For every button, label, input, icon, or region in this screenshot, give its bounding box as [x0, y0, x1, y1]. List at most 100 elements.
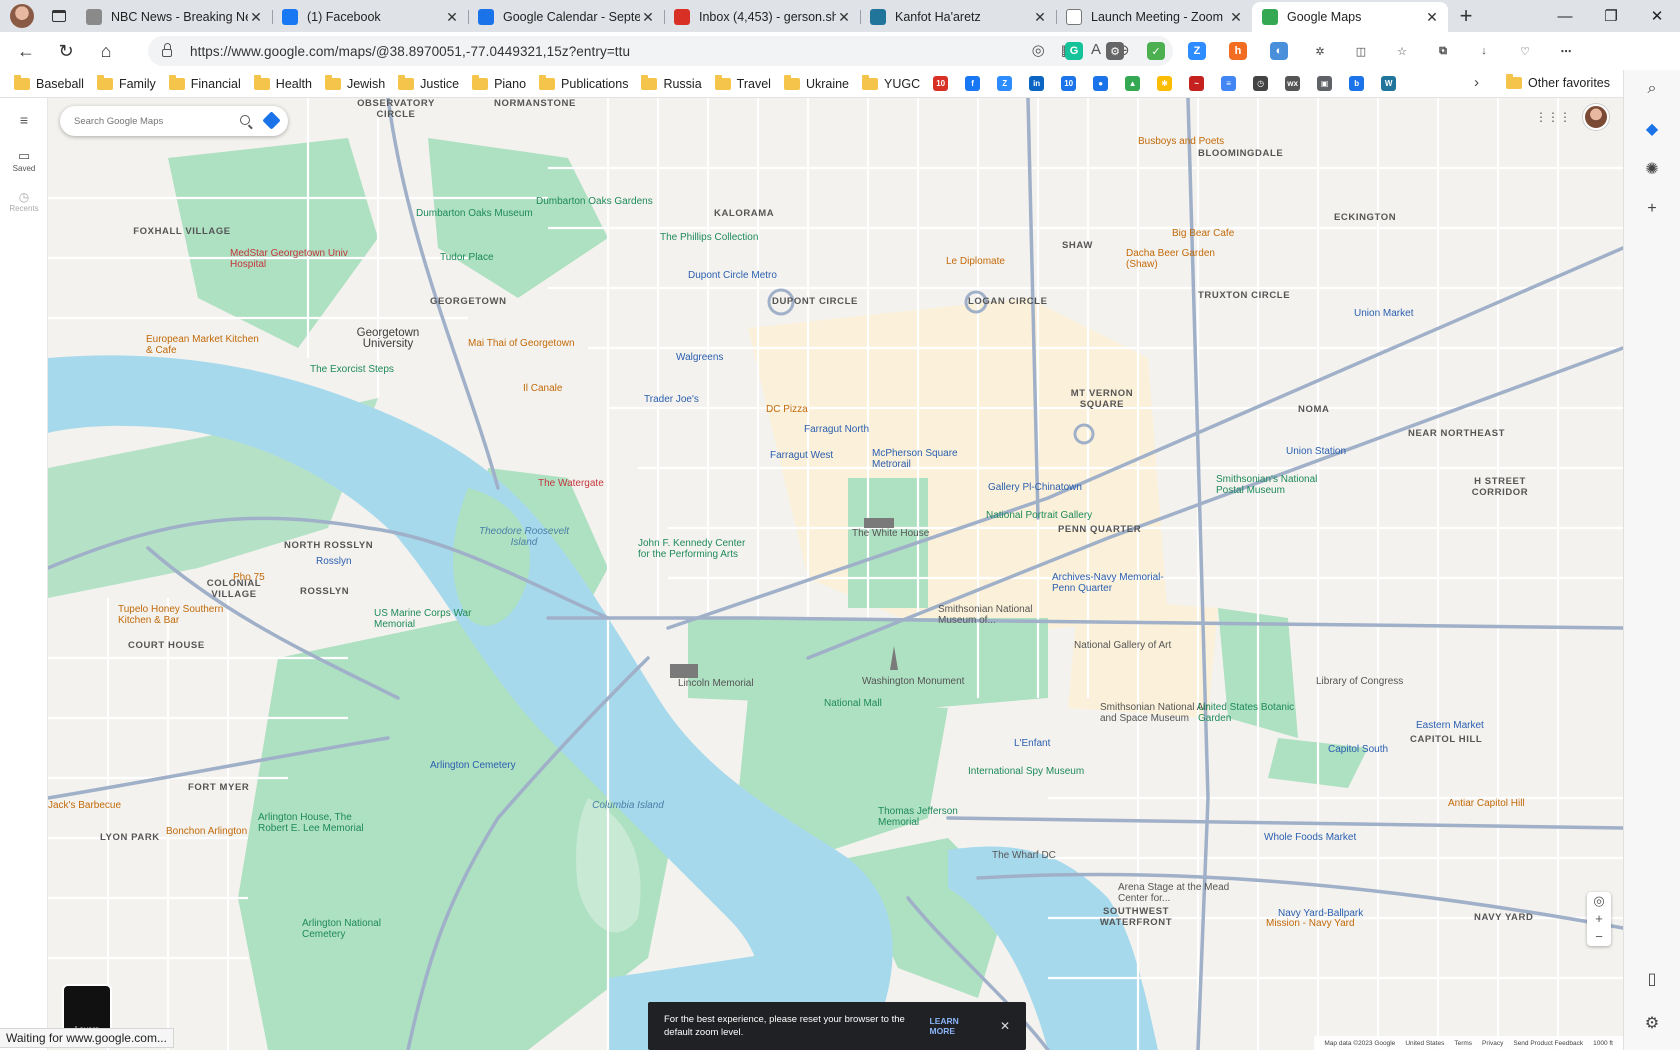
tab-close-icon[interactable]: ✕ — [1228, 9, 1244, 26]
tab-wordpress[interactable]: Kanfot Ha'aretz ✕ — [860, 2, 1056, 32]
map-label[interactable]: LYON PARK — [100, 832, 160, 843]
url-text[interactable]: https://www.google.com/maps/@38.8970051,… — [190, 44, 630, 59]
tab-maps[interactable]: Google Maps ✕ — [1252, 2, 1448, 32]
restore-button[interactable]: ❐ — [1588, 0, 1634, 32]
favorites-overflow-chevron-icon[interactable]: › — [1474, 74, 1479, 91]
copilot-icon[interactable]: ◆ — [1641, 118, 1663, 140]
map-label[interactable]: Busboys and Poets — [1138, 136, 1224, 147]
map-label[interactable]: Gallery Pl-Chinatown — [988, 482, 1082, 493]
favorites-folder-ukraine[interactable]: Ukraine — [783, 74, 849, 91]
recents-button[interactable]: ◷ Recents — [0, 190, 48, 213]
map-label[interactable]: PENN QUARTER — [1058, 524, 1141, 535]
split-screen-icon[interactable]: ◫ — [1352, 42, 1370, 60]
downloads-icon[interactable]: ↓ — [1475, 42, 1493, 60]
google-apps-icon[interactable]: ⋮⋮⋮ — [1535, 110, 1571, 124]
favorites-folder-financial[interactable]: Financial — [168, 74, 241, 91]
photos-icon[interactable]: ✱ — [1157, 76, 1173, 91]
extensions-puzzle-icon[interactable]: ✲ — [1311, 42, 1329, 60]
tab-close-icon[interactable]: ✕ — [1424, 9, 1440, 26]
map-label[interactable]: Georgetown University — [338, 327, 438, 350]
map-footer-item[interactable]: United States — [1405, 1040, 1444, 1047]
collections-icon[interactable]: ⧉ — [1434, 42, 1452, 60]
map-label[interactable]: Walgreens — [676, 352, 723, 363]
map-label[interactable]: The Phillips Collection — [660, 232, 758, 243]
chart-icon[interactable]: ~ — [1189, 76, 1205, 91]
map-label[interactable]: DUPONT CIRCLE — [772, 296, 858, 307]
map-label[interactable]: European Market Kitchen & Cafe — [146, 334, 266, 356]
map-label[interactable]: NOMA — [1298, 404, 1329, 415]
map-label[interactable]: The Watergate — [538, 478, 604, 489]
map-label[interactable]: SHAW — [1062, 240, 1093, 251]
map-label[interactable]: Union Station — [1286, 446, 1346, 457]
map-label[interactable]: Navy Yard-Ballpark — [1278, 908, 1363, 919]
map-label[interactable]: Farragut West — [770, 450, 833, 461]
map-label[interactable]: TRUXTON CIRCLE — [1198, 290, 1290, 301]
saved-button[interactable]: ▭ Saved — [0, 148, 48, 173]
map-label[interactable]: Il Canale — [523, 383, 562, 394]
map-label[interactable]: ECKINGTON — [1334, 212, 1396, 223]
map-label[interactable]: LOGAN CIRCLE — [968, 296, 1048, 307]
map-label[interactable]: The White House — [852, 528, 929, 539]
map-label[interactable]: National Gallery of Art — [1074, 640, 1171, 651]
map-label[interactable]: Dumbarton Oaks Gardens — [536, 196, 653, 207]
map-label[interactable]: H STREET CORRIDOR — [1450, 476, 1550, 498]
zoom-out-button[interactable]: − — [1595, 928, 1603, 946]
map-label[interactable]: Tupelo Honey Southern Kitchen & Bar — [118, 604, 238, 626]
map-label[interactable]: National Mall — [824, 698, 882, 709]
tab-nbc[interactable]: NBC News - Breaking News✕ — [76, 2, 272, 32]
profile-avatar[interactable] — [10, 4, 34, 28]
map-label[interactable]: Columbia Island — [578, 800, 678, 811]
map-label[interactable]: Dupont Circle Metro — [688, 270, 777, 281]
map-label[interactable]: Lincoln Memorial — [678, 678, 754, 689]
directions-icon[interactable] — [262, 111, 281, 130]
map-label[interactable]: Big Bear Cafe — [1172, 228, 1234, 239]
map-label[interactable]: International Spy Museum — [968, 766, 1084, 777]
map-label[interactable]: Arlington House, The Robert E. Lee Memor… — [258, 812, 378, 834]
tab-facebook[interactable]: (1) Facebook ✕ — [272, 2, 468, 32]
map-label[interactable]: OBSERVATORY CIRCLE — [346, 98, 446, 120]
map-label[interactable]: GEORGETOWN — [430, 296, 507, 307]
close-window-button[interactable]: ✕ — [1634, 0, 1680, 32]
learn-more-link[interactable]: LEARN MORE — [930, 1016, 982, 1036]
extension-zoom-icon[interactable]: Z — [1188, 42, 1206, 60]
map-label[interactable]: The Wharf DC — [992, 850, 1056, 861]
tab-close-icon[interactable]: ✕ — [640, 9, 656, 26]
map-label[interactable]: Arena Stage at the Mead Center for... — [1118, 882, 1238, 904]
person-icon[interactable]: ● — [1093, 76, 1109, 91]
map-label[interactable]: Jack's Barbecue — [48, 800, 121, 811]
search-input[interactable] — [74, 115, 234, 127]
map-label[interactable]: Tudor Place — [440, 252, 494, 263]
bing-icon[interactable]: b — [1349, 76, 1365, 91]
linkedin-icon[interactable]: in — [1029, 76, 1045, 91]
zoom-icon[interactable]: Z — [997, 76, 1013, 91]
docs-icon[interactable]: ≡ — [1221, 76, 1237, 91]
map-canvas[interactable]: OBSERVATORY CIRCLE NORMANSTONE FOXHALL VIL… — [48, 98, 1623, 1050]
map-footer-item[interactable]: Terms — [1454, 1040, 1472, 1047]
map-label[interactable]: DC Pizza — [766, 404, 808, 415]
close-icon[interactable]: ✕ — [1000, 1019, 1010, 1033]
map-label[interactable]: Capitol South — [1328, 744, 1388, 755]
my-location-icon[interactable]: ◎ — [1593, 892, 1604, 910]
map-label[interactable]: NORMANSTONE — [494, 98, 576, 109]
map-label[interactable]: National Portrait Gallery — [986, 510, 1092, 521]
search-icon[interactable] — [240, 115, 250, 125]
tab-actions-button[interactable] — [42, 2, 76, 30]
map-label[interactable]: NORTH ROSSLYN — [284, 540, 373, 551]
map-label[interactable]: MT VERNON SQUARE — [1052, 388, 1152, 410]
clock-icon[interactable]: ◷ — [1253, 76, 1269, 91]
image-icon[interactable]: ▣ — [1317, 76, 1333, 91]
map-label[interactable]: Thomas Jefferson Memorial — [878, 806, 998, 828]
add-sidebar-app-icon[interactable]: + — [1641, 198, 1663, 220]
back-button[interactable]: ← — [6, 35, 46, 67]
map-label[interactable]: L'Enfant — [1014, 738, 1050, 749]
home-button[interactable]: ⌂ — [86, 35, 126, 67]
map-label[interactable]: Smithsonian's National Postal Museum — [1216, 474, 1336, 496]
map-label[interactable]: Union Market — [1354, 308, 1413, 319]
map-label[interactable]: Theodore Roosevelt Island — [474, 526, 574, 548]
map-label[interactable]: Washington Monument — [862, 676, 964, 687]
map-label[interactable]: Arlington Cemetery — [430, 760, 516, 771]
settings-gear-icon[interactable]: ⚙ — [1641, 1012, 1663, 1034]
map-label[interactable]: Trader Joe's — [644, 394, 699, 405]
account-avatar[interactable] — [1583, 104, 1609, 130]
tab-document[interactable]: Launch Meeting - Zoom ✕ — [1056, 2, 1252, 32]
